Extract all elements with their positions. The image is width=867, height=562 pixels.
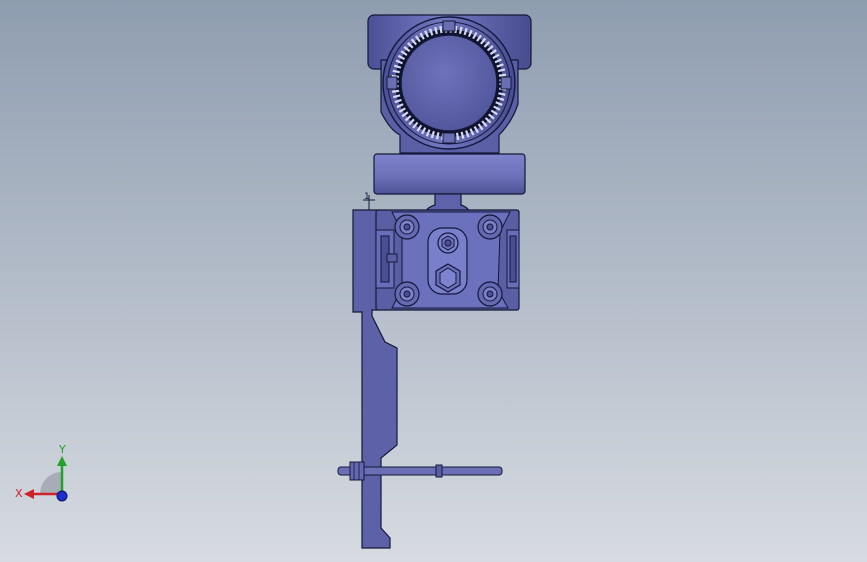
pipe-mount-bolt[interactable]	[337, 461, 503, 481]
triad-plane-indicator	[40, 472, 62, 494]
flange-bolt-bottom-left[interactable]	[394, 281, 420, 307]
flange-bolt-bottom-right[interactable]	[477, 281, 503, 307]
y-axis-label: Y	[58, 443, 66, 456]
pressure-transmitter-model[interactable]: 1	[0, 0, 867, 562]
annotation-label: 1	[364, 192, 370, 202]
housing-collar[interactable]	[373, 153, 526, 216]
flange-bolt-top-left[interactable]	[394, 214, 420, 240]
dimension-annotation: 1	[363, 192, 375, 210]
graphics-viewport[interactable]: 1 Y X	[0, 0, 867, 562]
z-axis-indicator	[56, 490, 68, 502]
flange-bolt-top-right[interactable]	[477, 214, 503, 240]
x-axis-label: X	[15, 487, 23, 500]
vent-valve-upper[interactable]	[437, 232, 459, 254]
orientation-triad: Y X	[15, 443, 68, 502]
